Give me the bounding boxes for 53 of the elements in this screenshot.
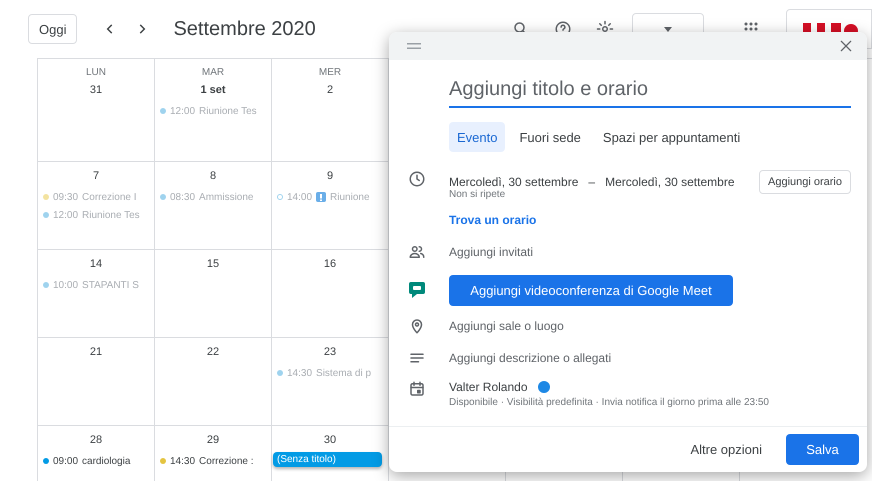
weekday-label: MAR [202, 67, 224, 78]
event-time: 12:00 [53, 210, 78, 220]
date-separator: – [588, 175, 596, 189]
event-time: 14:30 [287, 368, 312, 378]
start-date[interactable]: Mercoledì, 30 settembre [449, 175, 578, 189]
clock-icon [408, 170, 426, 188]
day-number[interactable]: 7 [92, 170, 100, 182]
video-chat-icon [409, 281, 425, 299]
day-number[interactable]: 16 [324, 258, 336, 270]
weekday-label: LUN [86, 67, 106, 78]
event-time: 12:00 [170, 106, 196, 116]
day-number[interactable]: 8 [210, 170, 216, 182]
event-time: 08:30 [170, 192, 196, 202]
event-title[interactable]: Correzione : [199, 456, 254, 466]
day-number[interactable]: 29 [206, 434, 220, 446]
find-time-link[interactable]: Trova un orario [449, 213, 536, 227]
today-button[interactable]: Oggi [28, 14, 78, 44]
event-time: 14:30 [170, 456, 196, 466]
day-number[interactable]: 15 [206, 258, 220, 270]
day-number[interactable]: 23 [324, 346, 336, 358]
day-number[interactable]: 2 [326, 84, 334, 96]
day-number[interactable]: 14 [90, 258, 102, 270]
event-time: 09:00 [53, 456, 78, 466]
calendar-details[interactable]: Disponibile · Visibilità predefinita · Invia notifica il giorno prima alle 23:50 [449, 397, 851, 408]
calendar-owner[interactable]: Valter Rolando [449, 380, 528, 394]
drag-handle-icon [407, 43, 421, 49]
end-date[interactable]: Mercoledì, 30 settembre [605, 175, 734, 189]
event-time: 09:30 [53, 192, 78, 202]
event-type-tab[interactable]: Evento [449, 122, 506, 152]
more-options-button[interactable]: Altre opzioni [684, 441, 768, 458]
event-time: 10:00 [53, 280, 78, 290]
save-button[interactable]: Salva [786, 434, 859, 465]
day-number[interactable]: 30 [324, 434, 336, 446]
day-number[interactable]: 22 [206, 346, 220, 358]
event-title[interactable]: cardiologia [82, 456, 130, 466]
event-type-tab[interactable]: Fuori sede [511, 122, 589, 152]
add-guests-field[interactable]: Aggiungi invitati [449, 245, 534, 259]
location-field[interactable]: Aggiungi sale o luogo [449, 319, 564, 333]
event-type-tab[interactable]: Spazi per appuntamenti [594, 122, 748, 152]
weekday-label: MER [318, 67, 342, 78]
calendar-icon [408, 380, 426, 398]
day-number[interactable]: 28 [90, 434, 102, 446]
people-icon [408, 243, 426, 261]
day-number[interactable]: 21 [90, 346, 102, 358]
event-time: 14:00 [287, 192, 312, 202]
month-title: Settembre 2020 [173, 18, 316, 40]
day-number[interactable]: 31 [90, 84, 102, 96]
add-meet-button[interactable]: Aggiungi videoconferenza di Google Meet [449, 274, 733, 306]
close-icon [838, 38, 854, 54]
day-number[interactable]: 1 set [200, 84, 226, 96]
description-field[interactable]: Aggiungi descrizione o allegati [449, 351, 612, 365]
day-number[interactable]: 9 [326, 170, 334, 182]
add-time-button[interactable]: Aggiungi orario [759, 170, 851, 194]
